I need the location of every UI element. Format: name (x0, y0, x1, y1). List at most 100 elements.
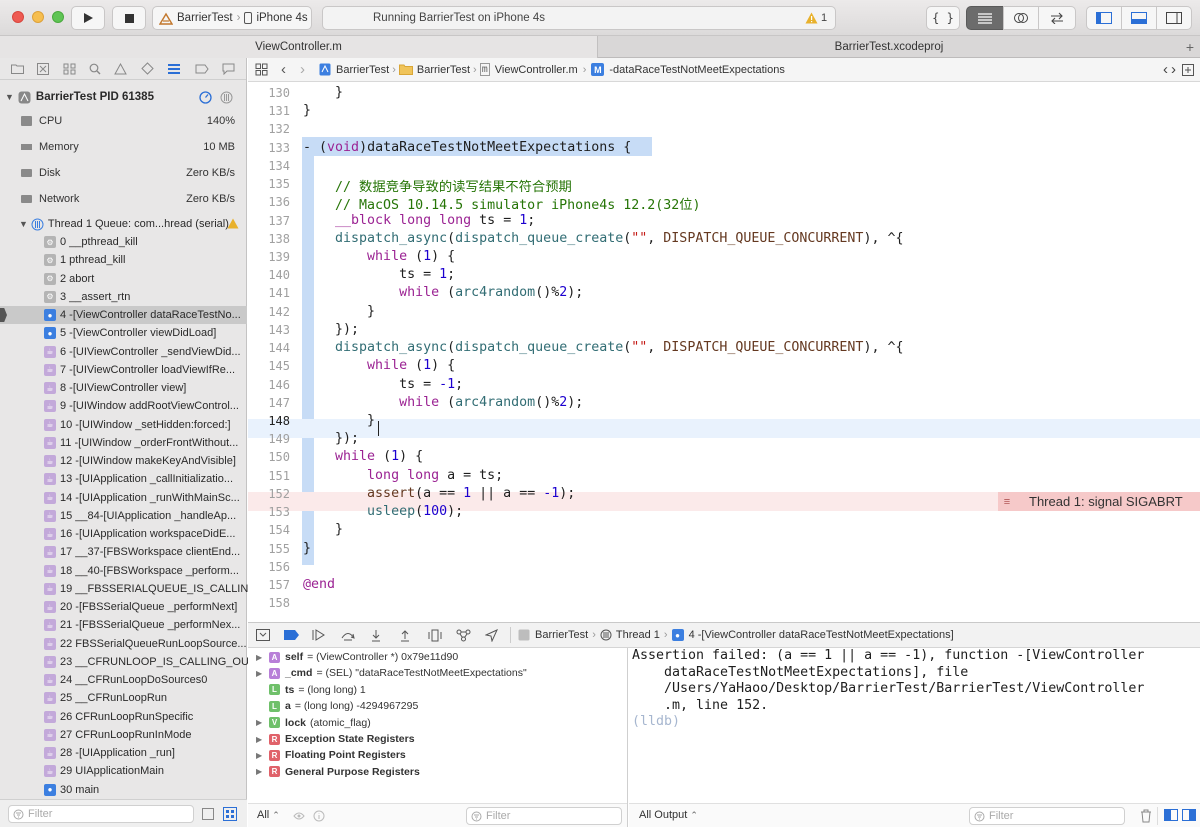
gauge-icon[interactable] (199, 91, 212, 104)
lldb-prompt[interactable]: (lldb) (632, 714, 680, 729)
variable-row[interactable]: ▶ Vlock (atomic_flag) (256, 715, 371, 731)
warning-icon[interactable] (805, 12, 818, 24)
tab-viewcontroller[interactable]: ViewController.m (0, 36, 598, 58)
code-line[interactable]: dispatch_async(dispatch_queue_create("",… (303, 340, 903, 355)
network-gauge[interactable]: Network Zero KB/s (0, 186, 247, 212)
source-control-icon[interactable] (37, 62, 50, 75)
next-issue-icon[interactable]: › (1171, 61, 1176, 78)
continue-icon[interactable] (312, 629, 326, 641)
filter-crashed-icon[interactable] (202, 808, 214, 820)
code-line[interactable]: - (void)dataRaceTestNotMeetExpectations … (303, 140, 631, 155)
back-arrow-icon[interactable]: ‹ (281, 61, 286, 78)
code-line[interactable]: while (1) { (303, 358, 455, 373)
memory-graph-icon[interactable] (456, 629, 471, 642)
issue-icon[interactable] (114, 62, 128, 75)
related-items-icon[interactable] (255, 63, 268, 76)
code-line[interactable]: long long a = ts; (303, 468, 503, 483)
stack-frame-row[interactable]: ☕ 17 __37-[FBSWorkspace clientEnd... (0, 543, 247, 561)
disclosure-collapsed-icon[interactable]: ▶ (256, 767, 264, 776)
folder-icon[interactable] (10, 63, 24, 74)
code-line[interactable]: }); (303, 322, 359, 337)
split-right-icon[interactable] (1182, 809, 1196, 821)
jumpbar-file[interactable]: ViewController.m (495, 64, 578, 76)
jumpbar-group[interactable]: BarrierTest (417, 64, 470, 76)
variable-row[interactable]: ▶ R General Purpose Registers (256, 764, 424, 780)
stack-frame-row[interactable]: ☕ 22 FBSSerialQueueRunLoopSource... (0, 635, 247, 653)
variables-filter-input[interactable]: Filter (466, 807, 622, 825)
stack-frame-row[interactable]: ☕ 20 -[FBSSerialQueue _performNext] (0, 598, 247, 616)
stack-frame-row[interactable]: ⚙ 0 __pthread_kill (0, 233, 247, 251)
step-into-icon[interactable] (370, 629, 382, 642)
console-view[interactable]: Assertion failed: (a == 1 || a == -1), f… (629, 648, 1200, 827)
report-icon[interactable] (222, 63, 235, 75)
view-hierarchy-icon[interactable] (428, 629, 442, 642)
stack-frame-row[interactable]: ☕ 25 __CFRunLoopRun (0, 689, 247, 707)
stack-frame-row[interactable]: ☕ 16 -[UIApplication workspaceDidE... (0, 525, 247, 543)
stack-frame-row[interactable]: ☕ 24 __CFRunLoopDoSources0 (0, 671, 247, 689)
find-icon[interactable] (89, 63, 101, 75)
step-over-icon[interactable] (341, 629, 355, 641)
split-left-icon[interactable] (1164, 809, 1178, 821)
stack-frame-row[interactable]: ⚙ 3 __assert_rtn (0, 288, 247, 306)
stack-frame-row[interactable]: ☕ 7 -[UIViewController loadViewIfRe... (0, 361, 247, 379)
memory-gauge[interactable]: Memory 10 MB (0, 134, 247, 160)
code-line[interactable]: ts = -1; (303, 377, 463, 392)
minimize-window-button[interactable] (32, 11, 44, 23)
source-editor[interactable]: ≡ Thread 1: signal SIGABRT 130 } 131} 132 1… (248, 82, 1200, 622)
disk-gauge[interactable]: Disk Zero KB/s (0, 160, 247, 186)
toggle-inspector-button[interactable] (1156, 6, 1192, 30)
stack-frame-row[interactable]: ⚙ 2 abort (0, 270, 247, 288)
code-line[interactable]: while (1) { (303, 249, 455, 264)
trash-icon[interactable] (1140, 809, 1152, 823)
code-line[interactable]: __block long long ts = 1; (303, 213, 535, 228)
debug-crumb-project[interactable]: BarrierTest (535, 629, 588, 641)
code-line[interactable]: } (303, 85, 343, 100)
code-line[interactable]: @end (303, 577, 335, 592)
code-line[interactable]: usleep(100); (303, 504, 463, 519)
variable-row[interactable]: Lts = (long long) 1 (256, 682, 366, 698)
variables-scope-select[interactable]: All ⌃ (257, 809, 280, 821)
toggle-navigator-button[interactable] (1086, 6, 1122, 30)
disclosure-collapsed-icon[interactable]: ▶ (256, 669, 264, 678)
close-window-button[interactable] (12, 11, 24, 23)
previous-issue-icon[interactable]: ‹ (1163, 61, 1168, 78)
code-line[interactable]: while (arc4random()%2); (303, 395, 583, 410)
stack-frame-row[interactable]: ☕ 21 -[FBSSerialQueue _performNex... (0, 616, 247, 634)
new-tab-button[interactable]: + (1180, 36, 1200, 58)
variable-row[interactable]: ▶ A _cmd = (SEL) "dataRaceTestNotMeetExpect… (256, 665, 527, 681)
code-line[interactable]: while (arc4random()%2); (303, 285, 583, 300)
add-editor-icon[interactable] (1182, 64, 1194, 76)
disclosure-collapsed-icon[interactable]: ▶ (256, 735, 264, 744)
standard-editor-button[interactable] (966, 6, 1004, 30)
library-button[interactable]: { } (926, 6, 960, 30)
code-line[interactable]: assert(a == 1 || a == -1); (303, 486, 575, 501)
hide-debug-area-icon[interactable] (256, 629, 270, 641)
stack-frame-row[interactable]: ● 4 -[ViewController dataRaceTestNo... (0, 306, 247, 324)
code-line[interactable]: } (303, 304, 375, 319)
disclosure-collapsed-icon[interactable]: ▶ (256, 653, 264, 662)
forward-arrow-icon[interactable]: › (300, 61, 305, 78)
stack-frame-row[interactable]: ☕ 19 __FBSSERIALQUEUE_IS_CALLIN... (0, 580, 257, 598)
stack-frame-row[interactable]: ☕ 8 -[UIViewController view] (0, 379, 247, 397)
debug-navigator-icon[interactable] (167, 63, 181, 75)
variable-row[interactable]: ▶ Aself = (ViewController *) 0x79e11d90 (256, 649, 458, 665)
simulate-location-icon[interactable] (485, 628, 498, 642)
stack-frame-row[interactable]: ☕ 29 UIApplicationMain (0, 762, 247, 780)
navigator-filter-input[interactable]: Filter (8, 805, 194, 823)
jumpbar-project[interactable]: BarrierTest (336, 64, 389, 76)
stack-frame-row[interactable]: ☕ 26 CFRunLoopRunSpecific (0, 708, 247, 726)
stack-frame-row[interactable]: ☕ 23 __CFRUNLOOP_IS_CALLING_OU... (0, 653, 258, 671)
code-line[interactable]: while (1) { (303, 449, 423, 464)
code-line[interactable]: // MacOS 10.14.5 simulator iPhone4s 12.2… (303, 194, 701, 213)
code-line[interactable]: // 数据竞争导致的读写结果不符合预期 (303, 176, 572, 195)
breakpoints-toggle-icon[interactable] (284, 630, 299, 640)
breakpoint-icon[interactable] (195, 64, 209, 74)
disclosure-collapsed-icon[interactable]: ▶ (256, 751, 264, 760)
toggle-debug-area-button[interactable] (1121, 6, 1157, 30)
process-row[interactable]: ▼ BarrierTest PID 61385 (0, 88, 247, 106)
stack-frame-row[interactable]: ☕ 11 -[UIWindow _orderFrontWithout... (0, 434, 247, 452)
stack-frame-row[interactable]: ● 5 -[ViewController viewDidLoad] (0, 324, 247, 342)
jumpbar-method[interactable]: -dataRaceTestNotMeetExpectations (609, 64, 784, 76)
stack-frame-row[interactable]: ☕ 6 -[UIViewController _sendViewDid... (0, 343, 247, 361)
variable-row[interactable]: ▶ R Floating Point Registers (256, 747, 410, 763)
